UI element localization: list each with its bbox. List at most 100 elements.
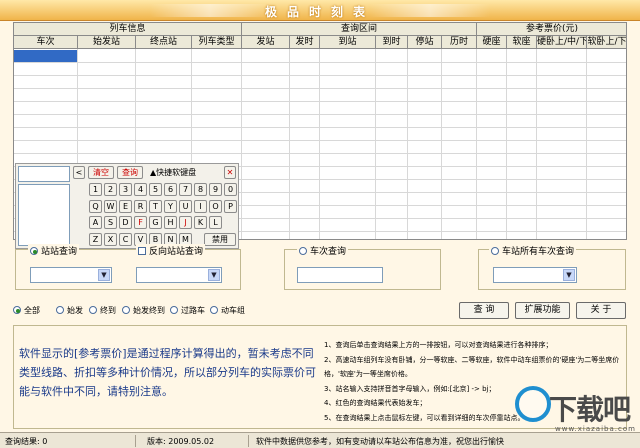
keyboard-key[interactable]: 4 [134,183,147,196]
train-number-input[interactable] [297,267,383,283]
watermark-text: 下载吧 [549,393,631,426]
keyboard-key[interactable]: O [209,200,222,213]
keyboard-key[interactable]: C [119,233,132,246]
keyboard-key[interactable]: D [119,216,132,229]
col-header-arrive-time[interactable]: 到时 [376,36,408,49]
col-header-duration[interactable]: 历时 [442,36,477,49]
keyboard-key[interactable]: 1 [89,183,102,196]
keyboard-shortcut-label[interactable]: ▲快捷软键盘 [150,167,196,178]
keyboard-key[interactable]: W [104,200,117,213]
grid-column-line [407,49,408,239]
filter-emu[interactable]: 动车组 [210,305,245,316]
keyboard-key[interactable]: Z [89,233,102,246]
keyboard-key[interactable]: L [209,216,222,229]
data-notice: 软件中数据供您参考，如有变动请以车站公布信息为准，祝您出行愉快 [256,437,504,446]
filter-passing[interactable]: 过路车 [170,305,205,316]
query-button[interactable]: 查 询 [459,302,509,319]
keyboard-key[interactable]: U [179,200,192,213]
extend-button[interactable]: 扩展功能 [515,302,570,319]
keyboard-key[interactable]: J [179,216,192,229]
col-header-arrive-station[interactable]: 到站 [320,36,376,49]
filter-origin-terminal-label: 始发终到 [133,306,165,315]
group-header-fare: 参考票价(元) [477,23,626,36]
keyboard-key[interactable]: 5 [149,183,162,196]
keyboard-key[interactable]: Q [89,200,102,213]
about-button[interactable]: 关 于 [576,302,626,319]
filter-origin-radio[interactable] [56,306,64,314]
col-header-soft-seat[interactable]: 软座 [507,36,537,49]
filter-passing-radio[interactable] [170,306,178,314]
keyboard-key[interactable]: T [149,200,162,213]
col-header-terminal[interactable]: 终点站 [136,36,192,49]
col-header-soft-sleeper[interactable]: 软卧上/下 [587,36,626,49]
chevron-down-icon[interactable]: ▼ [563,269,575,281]
table-column-header: 车次 始发站 终点站 列车类型 发站 发时 到站 到时 停站 历时 硬座 软座 … [14,36,626,49]
keyboard-key[interactable]: 8 [194,183,207,196]
keyboard-key[interactable]: H [164,216,177,229]
to-station-combo[interactable]: ▼ [136,267,222,283]
keyboard-key[interactable]: P [224,200,237,213]
keyboard-key[interactable]: K [194,216,207,229]
keyboard-key[interactable]: X [104,233,117,246]
keyboard-key[interactable]: 2 [104,183,117,196]
filter-terminal[interactable]: 终到 [89,305,116,316]
filter-origin-terminal[interactable]: 始发终到 [122,305,165,316]
keyboard-key[interactable]: 9 [209,183,222,196]
keyboard-suggestion-list[interactable] [18,184,70,246]
col-header-hard-seat[interactable]: 硬座 [477,36,507,49]
keyboard-clear-button[interactable]: 清空 [88,166,114,179]
keyboard-key[interactable]: A [89,216,102,229]
keyboard-key[interactable]: R [134,200,147,213]
filter-emu-radio[interactable] [210,306,218,314]
window-title: 极品时刻表 [264,5,375,19]
col-header-depart-station[interactable]: 发站 [242,36,290,49]
status-divider [248,435,249,447]
chevron-down-icon[interactable]: ▼ [98,269,110,281]
grid-column-line [586,49,587,239]
keyboard-display[interactable] [18,166,70,182]
keyboard-key[interactable]: I [194,200,207,213]
keyboard-query-button[interactable]: 查询 [117,166,143,179]
reverse-query-option[interactable]: 反向站站查询 [136,244,206,257]
train-query-radio[interactable] [299,247,307,255]
all-trains-query-option[interactable]: 车站所有车次查询 [489,244,577,257]
from-station-combo[interactable]: ▼ [30,267,112,283]
grid-column-line [375,49,376,239]
train-query-option[interactable]: 车次查询 [297,244,349,257]
keyboard-key[interactable]: G [149,216,162,229]
keyboard-key[interactable]: S [104,216,117,229]
keyboard-key[interactable]: F [134,216,147,229]
site-watermark: 下载吧 www.xiazaiba.com [515,382,637,438]
filter-origin[interactable]: 始发 [56,305,83,316]
all-trains-query-radio[interactable] [491,247,499,255]
keyboard-prev-button[interactable]: < [73,166,85,179]
chevron-down-icon[interactable]: ▼ [208,269,220,281]
keyboard-close-button[interactable]: ✕ [224,166,236,179]
keyboard-key[interactable]: 3 [119,183,132,196]
table-selected-row[interactable] [14,50,78,62]
reverse-query-checkbox[interactable] [138,247,146,255]
col-header-train-type[interactable]: 列车类型 [192,36,242,49]
col-header-hard-sleeper[interactable]: 硬卧上/中/下 [537,36,587,49]
usage-note: 1、查询后单击查询结果上方的一排按钮，可以对查询结果进行各种排序； [324,341,553,349]
col-header-stops[interactable]: 停站 [408,36,442,49]
filter-origin-terminal-radio[interactable] [122,306,130,314]
keyboard-key[interactable]: 0 [224,183,237,196]
filter-terminal-radio[interactable] [89,306,97,314]
station-query-option[interactable]: 站站查询 [28,244,80,257]
filter-all-radio[interactable] [13,306,21,314]
keyboard-disable-button[interactable]: 禁用 [204,233,236,246]
col-header-train-no[interactable]: 车次 [14,36,78,49]
version-text: 版本: 2009.05.02 [147,437,215,446]
keyboard-key[interactable]: 7 [179,183,192,196]
station-query-radio[interactable] [30,247,38,255]
col-header-origin[interactable]: 始发站 [78,36,136,49]
filter-all[interactable]: 全部 [13,305,40,316]
usage-note: 2、高速动车组列车没有卧铺，分一等软座、二等软座，软件中动车组票价的'硬座'为二… [324,355,620,379]
station-combo[interactable]: ▼ [493,267,577,283]
filter-emu-label: 动车组 [221,306,245,315]
keyboard-key[interactable]: 6 [164,183,177,196]
keyboard-key[interactable]: Y [164,200,177,213]
col-header-depart-time[interactable]: 发时 [290,36,320,49]
keyboard-key[interactable]: E [119,200,132,213]
